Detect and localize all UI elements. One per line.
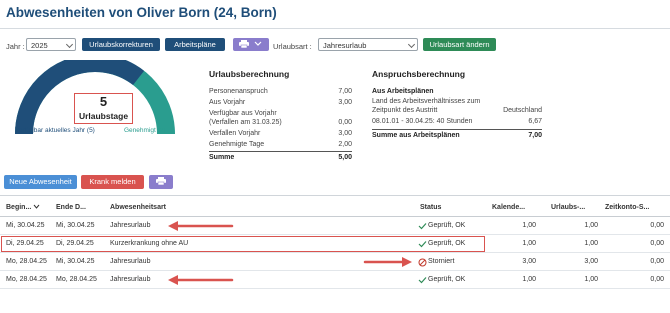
annotation-arrow-head [168, 221, 178, 231]
annotation-arrows [168, 221, 412, 285]
annotation-arrow-head [168, 275, 178, 285]
annotation-arrow-head [402, 257, 412, 267]
